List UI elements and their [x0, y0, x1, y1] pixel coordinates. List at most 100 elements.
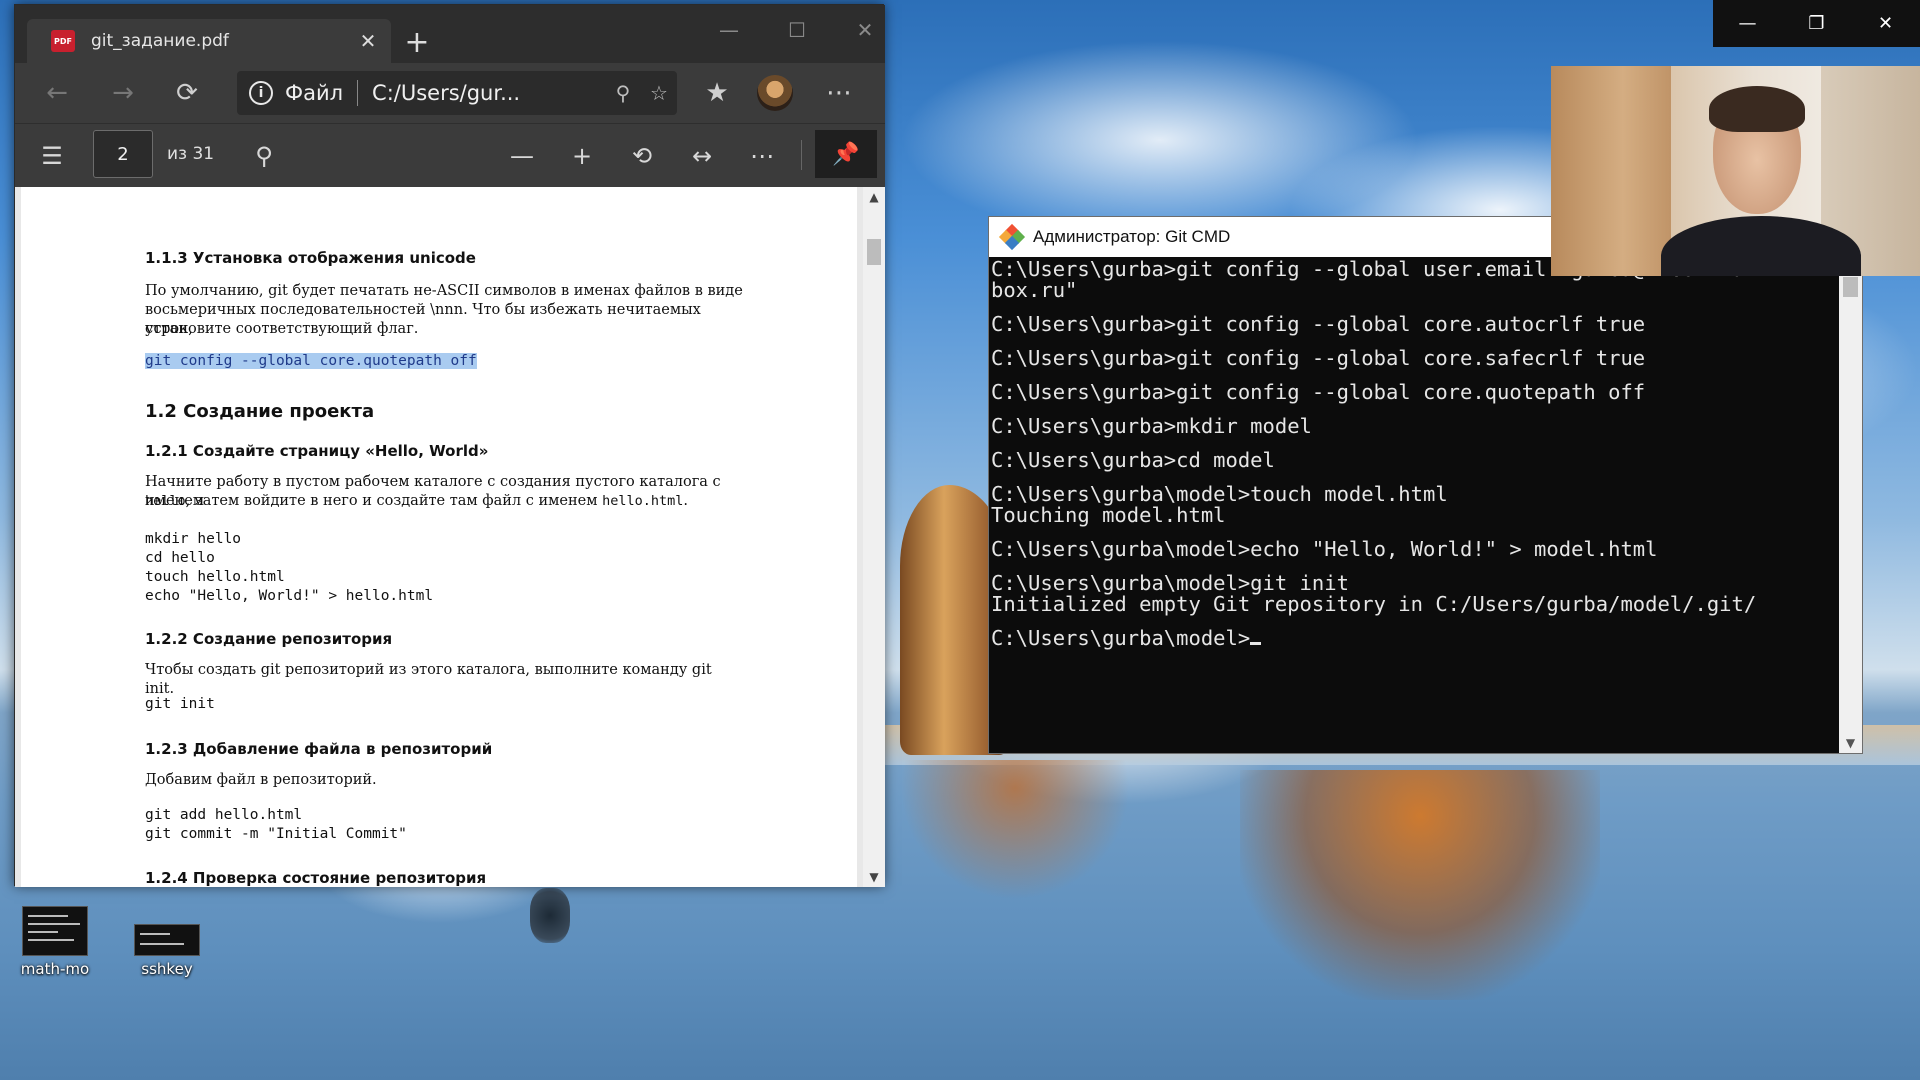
minimize-icon[interactable]: —	[695, 11, 763, 49]
code-line: git config --global core.quotepath off	[145, 352, 477, 371]
system-window-controls: — ❐ ✕	[1713, 0, 1920, 47]
info-icon[interactable]: i	[249, 81, 273, 105]
terminal-line: C:\Users\gurba\model>echo "Hello, World!…	[991, 537, 1658, 561]
terminal-prompt-text: C:\Users\gurba\model>	[991, 626, 1251, 650]
refresh-icon[interactable]: ⟳	[165, 73, 209, 113]
desktop-icon-math-mo[interactable]: math-mo	[10, 906, 100, 978]
wallpaper-reflection	[1240, 770, 1600, 1000]
inline-code: hello	[145, 493, 186, 509]
terminal-line: C:\Users\gurba\model>git init	[991, 571, 1349, 595]
desktop-icon-sshkey[interactable]: sshkey	[122, 906, 212, 978]
favorites-icon[interactable]: ★	[695, 73, 739, 113]
more-options-icon[interactable]: ⋯	[741, 136, 783, 176]
git-cmd-window[interactable]: Администратор: Git CMD C:\Users\gurba>gi…	[988, 216, 1863, 754]
code-highlighted: git config --global core.quotepath off	[145, 353, 477, 369]
webcam-person-hair	[1709, 86, 1805, 132]
section-heading: 1.1.3 Установка отображения unicode	[145, 249, 476, 267]
pdf-toolbar: ☰ из 31 ⚲ — + ⟲ ↔ ⋯ 📌	[15, 123, 885, 187]
page-number-input[interactable]	[93, 130, 153, 178]
terminal-thumbnail-icon	[22, 906, 88, 956]
address-url: C:/Users/gur...	[372, 81, 521, 105]
edge-window-controls: — ☐ ✕	[695, 11, 899, 49]
restore-icon[interactable]: ❐	[1782, 0, 1851, 47]
terminal-line: Initialized empty Git repository in C:/U…	[991, 592, 1757, 616]
terminal-line: C:\Users\gurba>git config --global core.…	[991, 380, 1646, 404]
paragraph-text: .	[683, 493, 689, 509]
zoom-out-icon[interactable]: —	[501, 136, 543, 176]
terminal-line: C:\Users\gurba>git config --global core.…	[991, 346, 1646, 370]
paragraph-line: По умолчанию, git будет печатать не-ASCI…	[145, 283, 743, 299]
close-icon[interactable]: ✕	[1851, 0, 1920, 47]
terminal-line: box.ru"	[991, 278, 1078, 302]
code-line: git init	[145, 696, 215, 712]
zoom-in-icon[interactable]: +	[561, 136, 603, 176]
wallpaper-small-rock	[530, 888, 570, 943]
toolbar-separator	[801, 140, 802, 170]
paragraph-text: , затем войдите в него и создайте там фа…	[185, 493, 603, 509]
terminal-line: Touching model.html	[991, 503, 1226, 527]
code-line: mkdir hello	[145, 531, 242, 547]
section-heading: 1.2.1 Создайте страницу «Hello, World»	[145, 442, 489, 460]
code-line: touch hello.html	[145, 569, 285, 585]
section-heading: 1.2.2 Создание репозитория	[145, 630, 393, 648]
webcam-background	[1551, 66, 1671, 276]
pdf-file-icon: PDF	[51, 30, 75, 52]
terminal-scrollbar[interactable]: ▲ ▼	[1839, 257, 1862, 753]
pin-toolbar-icon[interactable]: 📌	[815, 130, 877, 178]
tab-close-icon[interactable]: ✕	[353, 29, 383, 53]
section-heading: 1.2.3 Добавление файла в репозиторий	[145, 740, 493, 758]
terminal-cursor	[1250, 642, 1262, 645]
terminal-line: C:\Users\gurba\model>touch model.html	[991, 482, 1448, 506]
paragraph-line: hello, затем войдите в него и создайте т…	[145, 492, 745, 511]
scrollbar-thumb[interactable]	[867, 239, 881, 265]
rotate-icon[interactable]: ⟲	[621, 136, 663, 176]
scroll-up-icon[interactable]: ▲	[863, 187, 885, 207]
terminal-output[interactable]: C:\Users\gurba>git config --global user.…	[989, 257, 1837, 753]
minimize-icon[interactable]: —	[1713, 0, 1782, 47]
tab-title: git_задание.pdf	[91, 31, 229, 51]
back-arrow-icon[interactable]: ←	[35, 73, 79, 113]
code-line: git add hello.html	[145, 807, 303, 823]
search-icon[interactable]: ⚲	[243, 136, 285, 176]
page-total: из 31	[167, 144, 215, 164]
address-bar[interactable]: i Файл C:/Users/gur... ⚲ ☆	[237, 71, 677, 115]
terminal-line: C:\Users\gurba>git config --global core.…	[991, 312, 1646, 336]
fit-width-icon[interactable]: ↔	[681, 136, 723, 176]
desktop-icon-label: math-mo	[20, 960, 90, 978]
zoom-out-icon[interactable]: ⚲	[605, 81, 641, 105]
terminal-line: C:\Users\gurba>cd model	[991, 448, 1275, 472]
new-tab-icon[interactable]: +	[401, 27, 433, 59]
scroll-down-icon[interactable]: ▼	[1839, 733, 1862, 753]
paragraph-line: установите соответствующий флаг.	[145, 321, 419, 337]
section-heading: 1.2 Создание проекта	[145, 401, 375, 422]
scrollbar-thumb[interactable]	[1843, 277, 1858, 297]
pdf-page: 1.1.3 Установка отображения unicode По у…	[21, 187, 857, 887]
paragraph-line: Чтобы создать git репозиторий из этого к…	[145, 662, 712, 697]
webcam-overlay	[1551, 66, 1920, 276]
pdf-viewer[interactable]: 1.1.3 Установка отображения unicode По у…	[15, 187, 885, 887]
wallpaper-cloud	[900, 40, 1420, 240]
add-favorite-icon[interactable]: ☆	[641, 81, 677, 105]
code-line: git commit -m "Initial Commit"	[145, 826, 407, 842]
navigation-bar: ← → ⟳ i Файл C:/Users/gur... ⚲ ☆ ★ ⋯	[15, 63, 885, 123]
maximize-icon[interactable]: ☐	[763, 11, 831, 49]
avatar[interactable]	[757, 75, 793, 111]
edge-pdf-window: PDF git_задание.pdf ✕ + — ☐ ✕ ← → ⟳ i Фа…	[14, 4, 885, 887]
terminal-line: C:\Users\gurba>mkdir model	[991, 414, 1312, 438]
paragraph-line: Добавим файл в репозиторий.	[145, 772, 377, 788]
scroll-down-icon[interactable]: ▼	[863, 867, 885, 887]
code-line: echo "Hello, World!" > hello.html	[145, 588, 434, 604]
git-logo-icon	[998, 223, 1026, 251]
address-file-label: Файл	[285, 81, 344, 105]
tab-git-pdf[interactable]: PDF git_задание.pdf ✕	[27, 19, 391, 63]
forward-arrow-icon[interactable]: →	[101, 73, 145, 113]
section-heading: 1.2.4 Проверка состояние репозитория	[145, 869, 487, 887]
more-options-icon[interactable]: ⋯	[817, 73, 861, 113]
terminal-thumbnail-icon	[134, 924, 200, 956]
table-of-contents-icon[interactable]: ☰	[31, 136, 73, 176]
close-icon[interactable]: ✕	[831, 11, 899, 49]
desktop-icon-label: sshkey	[141, 960, 193, 978]
pdf-scrollbar[interactable]: ▲ ▼	[863, 187, 885, 887]
code-line: cd hello	[145, 550, 215, 566]
inline-code: hello.html	[602, 493, 684, 509]
